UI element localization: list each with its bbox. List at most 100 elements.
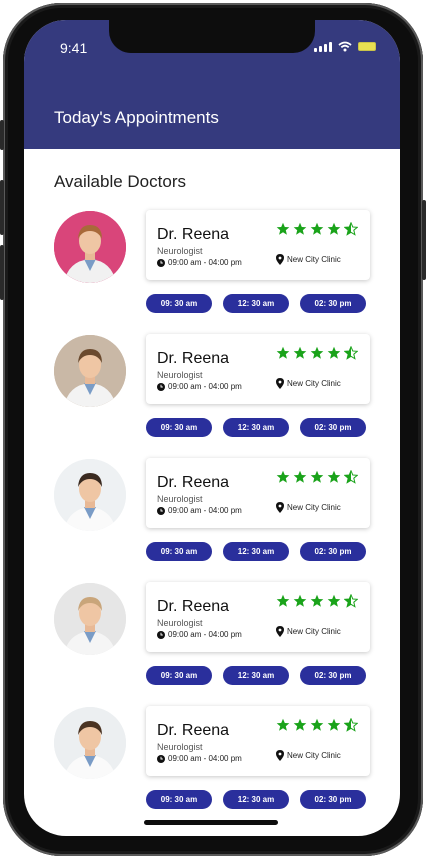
star-icon <box>310 594 324 607</box>
doctor-card[interactable]: Dr. Reena Neurologist 09:00 am - 04:00 p… <box>146 706 370 776</box>
doctor-hours: 09:00 am - 04:00 pm <box>157 630 242 639</box>
location-text: New City Clinic <box>287 255 341 264</box>
star-icon <box>310 470 324 483</box>
status-icons <box>314 41 376 52</box>
page-title: Today's Appointments <box>54 108 219 127</box>
star-icon <box>310 718 324 731</box>
doctor-specialty: Neurologist <box>157 618 203 628</box>
star-icon <box>310 346 324 359</box>
location-text: New City Clinic <box>287 627 341 636</box>
clock-icon <box>157 506 165 515</box>
power-button <box>422 200 426 280</box>
star-icon <box>310 222 324 235</box>
clock-icon <box>157 754 165 763</box>
doctor-list-item[interactable]: Dr. Reena Neurologist 09:00 am - 04:00 p… <box>24 580 400 704</box>
time-slot-button[interactable]: 12: 30 am <box>223 542 289 561</box>
doctor-location: New City Clinic <box>276 750 341 761</box>
doctor-avatar <box>54 583 126 655</box>
notch <box>109 20 315 53</box>
doctor-card[interactable]: Dr. Reena Neurologist 09:00 am - 04:00 p… <box>146 210 370 280</box>
star-half-icon <box>344 470 358 484</box>
doctor-hours: 09:00 am - 04:00 pm <box>157 506 242 515</box>
doctor-avatar <box>54 335 126 407</box>
time-slot-button[interactable]: 09: 30 am <box>146 790 212 809</box>
star-icon <box>276 346 290 359</box>
doctor-card[interactable]: Dr. Reena Neurologist 09:00 am - 04:00 p… <box>146 582 370 652</box>
home-indicator[interactable] <box>144 820 278 825</box>
clock-icon <box>157 382 165 391</box>
star-icon <box>293 222 307 235</box>
star-icon <box>293 718 307 731</box>
star-icon <box>276 222 290 235</box>
doctor-specialty: Neurologist <box>157 494 203 504</box>
star-half-icon <box>344 222 358 236</box>
battery-icon <box>358 42 376 51</box>
time-slot-button[interactable]: 02: 30 pm <box>300 666 366 685</box>
doctor-avatar <box>54 211 126 283</box>
doctor-card[interactable]: Dr. Reena Neurologist 09:00 am - 04:00 p… <box>146 458 370 528</box>
star-icon <box>276 470 290 483</box>
time-slot-button[interactable]: 09: 30 am <box>146 666 212 685</box>
time-slot-button[interactable]: 12: 30 am <box>223 294 289 313</box>
rating-stars <box>276 470 358 484</box>
time-slot-button[interactable]: 12: 30 am <box>223 418 289 437</box>
rating-stars <box>276 346 358 360</box>
time-slot-button[interactable]: 02: 30 pm <box>300 418 366 437</box>
star-half-icon <box>344 718 358 732</box>
rating-stars <box>276 594 358 608</box>
hours-text: 09:00 am - 04:00 pm <box>168 506 242 515</box>
time-slot-button[interactable]: 12: 30 am <box>223 666 289 685</box>
doctor-name: Dr. Reena <box>157 474 230 491</box>
clock-icon <box>157 630 165 639</box>
location-pin-icon <box>276 626 284 637</box>
doctor-specialty: Neurologist <box>157 742 203 752</box>
doctor-card[interactable]: Dr. Reena Neurologist 09:00 am - 04:00 p… <box>146 334 370 404</box>
volume-up-button <box>0 180 4 235</box>
time-slot-button[interactable]: 02: 30 pm <box>300 790 366 809</box>
star-icon <box>327 718 341 731</box>
doctor-photo <box>54 211 126 283</box>
hours-text: 09:00 am - 04:00 pm <box>168 258 242 267</box>
clock-icon <box>157 258 165 267</box>
location-text: New City Clinic <box>287 503 341 512</box>
mute-switch <box>0 120 4 150</box>
time-slot-button[interactable]: 09: 30 am <box>146 418 212 437</box>
doctor-name: Dr. Reena <box>157 598 230 615</box>
star-icon <box>293 346 307 359</box>
doctor-location: New City Clinic <box>276 254 341 265</box>
location-pin-icon <box>276 750 284 761</box>
doctor-location: New City Clinic <box>276 502 341 513</box>
signal-icon <box>314 41 332 52</box>
star-icon <box>327 222 341 235</box>
time-slot-button[interactable]: 12: 30 am <box>223 790 289 809</box>
time-slot-button[interactable]: 09: 30 am <box>146 294 212 313</box>
wifi-icon <box>338 41 352 52</box>
rating-stars <box>276 718 358 732</box>
doctor-list-item[interactable]: Dr. Reena Neurologist 09:00 am - 04:00 p… <box>24 456 400 580</box>
doctor-list-item[interactable]: Dr. Reena Neurologist 09:00 am - 04:00 p… <box>24 208 400 332</box>
doctor-photo <box>54 707 126 779</box>
star-icon <box>276 594 290 607</box>
location-text: New City Clinic <box>287 751 341 760</box>
doctor-location: New City Clinic <box>276 378 341 389</box>
doctor-avatar <box>54 707 126 779</box>
doctor-location: New City Clinic <box>276 626 341 637</box>
location-text: New City Clinic <box>287 379 341 388</box>
time-slot-button[interactable]: 02: 30 pm <box>300 542 366 561</box>
doctor-photo <box>54 459 126 531</box>
doctor-hours: 09:00 am - 04:00 pm <box>157 258 242 267</box>
doctor-list-item[interactable]: Dr. Reena Neurologist 09:00 am - 04:00 p… <box>24 332 400 456</box>
doctor-list-item[interactable]: Dr. Reena Neurologist 09:00 am - 04:00 p… <box>24 704 400 828</box>
doctor-hours: 09:00 am - 04:00 pm <box>157 382 242 391</box>
time-slot-button[interactable]: 09: 30 am <box>146 542 212 561</box>
star-icon <box>293 470 307 483</box>
doctor-photo <box>54 583 126 655</box>
star-icon <box>327 594 341 607</box>
hours-text: 09:00 am - 04:00 pm <box>168 382 242 391</box>
doctor-name: Dr. Reena <box>157 226 230 243</box>
section-title: Available Doctors <box>54 172 186 191</box>
time-slot-button[interactable]: 02: 30 pm <box>300 294 366 313</box>
location-pin-icon <box>276 378 284 389</box>
location-pin-icon <box>276 254 284 265</box>
status-time: 9:41 <box>60 40 88 56</box>
